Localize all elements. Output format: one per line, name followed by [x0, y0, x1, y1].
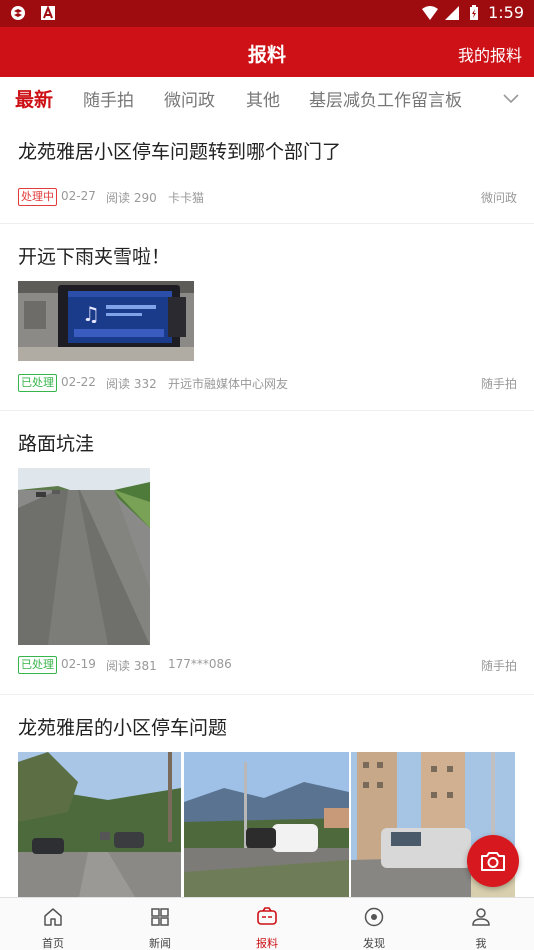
item-author: 开远市融媒体中心网友	[168, 377, 289, 391]
my-reports-button[interactable]: 我的报料	[458, 42, 522, 66]
list-item[interactable]: 龙苑雅居小区停车问题转到哪个部门了 处理中 02-27 阅读 290 卡卡猫 微…	[0, 121, 534, 224]
item-author: 卡卡猫	[168, 191, 205, 205]
item-category: 随手拍	[480, 377, 517, 391]
item-photo[interactable]	[18, 752, 181, 897]
tab-snapshot[interactable]: 随手拍	[83, 86, 134, 111]
font-notification-icon	[41, 5, 55, 20]
status-badge: 已处理	[18, 656, 57, 674]
item-meta: 已处理 02-19 阅读 381 177***086 随手拍	[18, 656, 517, 674]
clock: 1:59	[488, 3, 524, 22]
list-item[interactable]: 路面坑洼 已处理 02-19 阅读 381 177***086 随手拍	[0, 411, 534, 695]
app-notification-icon	[11, 6, 25, 20]
item-meta: 处理中 02-27 阅读 290 卡卡猫 微问政	[18, 188, 517, 206]
user-icon	[472, 908, 490, 926]
grid-icon	[151, 908, 169, 926]
top-bar: 报料 我的报料	[0, 27, 534, 77]
nav-label: 发现	[363, 937, 385, 950]
nav-me[interactable]: 我	[428, 898, 534, 950]
nav-label: 新闻	[149, 937, 171, 950]
chevron-down-icon[interactable]	[502, 89, 520, 107]
list-item[interactable]: 龙苑雅居的小区停车问题	[0, 695, 534, 897]
status-badge: 已处理	[18, 374, 57, 392]
report-feed: 龙苑雅居小区停车问题转到哪个部门了 处理中 02-27 阅读 290 卡卡猫 微…	[0, 121, 534, 897]
item-category: 微问政	[480, 191, 517, 205]
nav-news[interactable]: 新闻	[107, 898, 213, 950]
tab-other[interactable]: 其他	[246, 86, 280, 111]
item-photo[interactable]: ♫	[18, 281, 194, 361]
svg-text:♫: ♫	[82, 302, 100, 326]
nav-label: 我	[475, 937, 487, 950]
nav-discover[interactable]: 发现	[321, 898, 427, 950]
item-title: 路面坑洼	[18, 433, 95, 455]
nav-report[interactable]: 报料	[214, 898, 320, 950]
wifi-icon	[422, 5, 439, 20]
report-icon	[257, 907, 277, 925]
signal-icon	[445, 5, 460, 20]
item-reads: 阅读 290	[106, 191, 157, 205]
item-photo[interactable]	[184, 752, 349, 897]
nav-label: 报料	[256, 937, 278, 950]
item-photo[interactable]	[18, 468, 150, 645]
list-item[interactable]: 开远下雨夹雪啦！ ♫ 已处理 02-22 阅读 332 开远市融媒体中心网友 随…	[0, 224, 534, 411]
item-reads: 阅读 332	[106, 377, 157, 391]
item-reads: 阅读 381	[106, 659, 157, 673]
battery-icon	[470, 4, 479, 20]
tab-latest[interactable]: 最新	[15, 85, 53, 112]
tab-micro-governance[interactable]: 微问政	[164, 86, 215, 111]
item-title: 龙苑雅居的小区停车问题	[18, 717, 228, 739]
nav-home[interactable]: 首页	[0, 898, 106, 950]
item-meta: 已处理 02-22 阅读 332 开远市融媒体中心网友 随手拍	[18, 374, 517, 392]
home-icon	[44, 908, 62, 926]
page-title: 报料	[247, 44, 286, 66]
status-badge: 处理中	[18, 188, 57, 206]
tab-grassroots-board[interactable]: 基层减负工作留言板	[309, 86, 462, 111]
camera-report-button[interactable]	[467, 835, 519, 887]
item-author: 177***086	[168, 657, 232, 671]
category-tabs: 最新 随手拍 微问政 其他 基层减负工作留言板	[0, 77, 534, 121]
item-date: 02-22	[61, 375, 96, 389]
discover-icon	[364, 907, 384, 927]
camera-icon	[481, 852, 505, 871]
status-bar: 1:59	[0, 0, 534, 27]
item-category: 随手拍	[480, 659, 517, 673]
item-title: 开远下雨夹雪啦！	[18, 246, 171, 268]
item-date: 02-27	[61, 189, 96, 203]
item-title: 龙苑雅居小区停车问题转到哪个部门了	[18, 141, 342, 163]
nav-label: 首页	[42, 937, 64, 950]
bottom-nav: 首页 新闻 报料 发现 我	[0, 897, 534, 950]
item-date: 02-19	[61, 657, 96, 671]
